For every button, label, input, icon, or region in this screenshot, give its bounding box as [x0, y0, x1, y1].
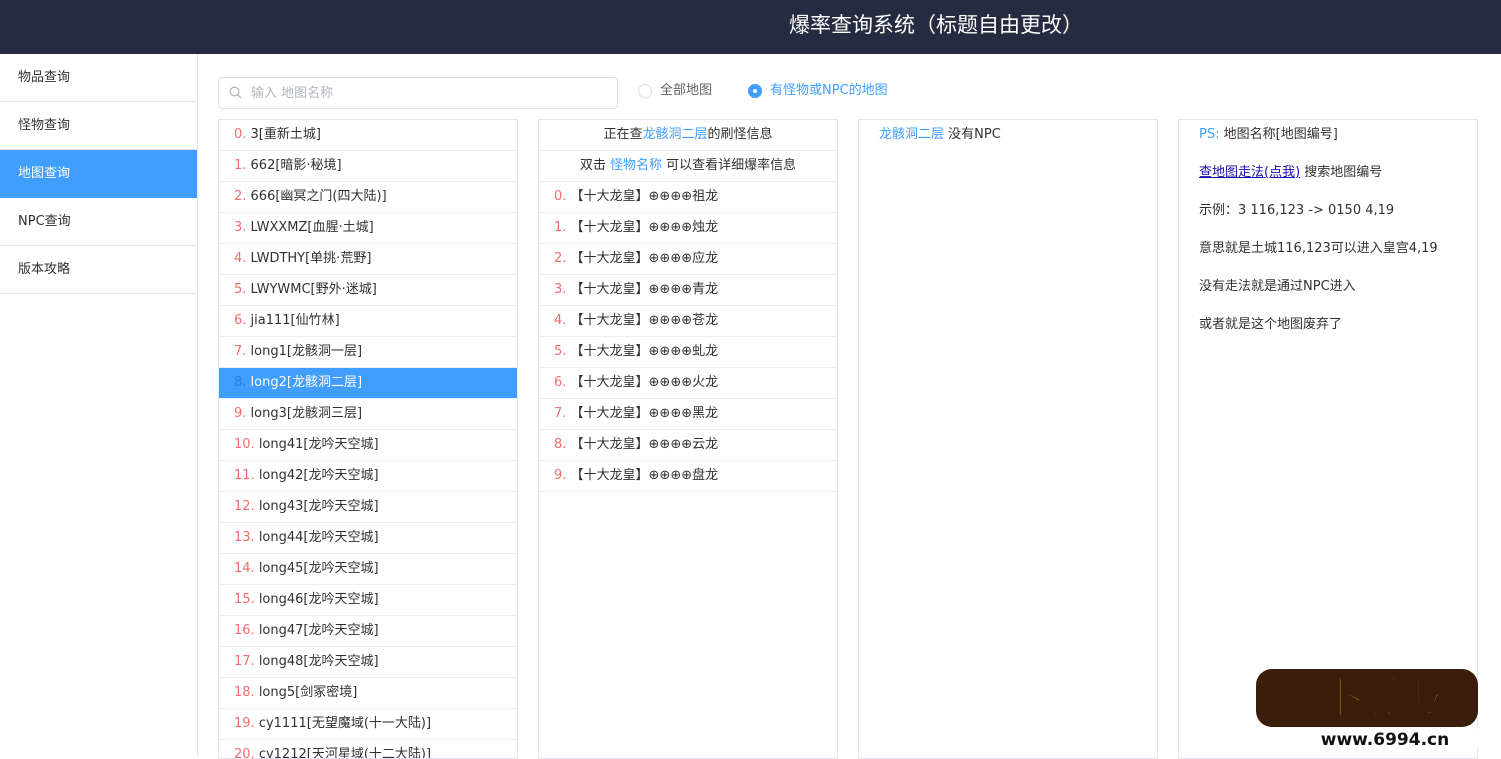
sidebar-item-guide[interactable]: 版本攻略	[0, 246, 197, 294]
map-list-item-selected[interactable]: 8. long2[龙骸洞二层]	[219, 368, 517, 399]
radio-all-maps[interactable]: 全部地图	[638, 82, 728, 100]
monster-list-item[interactable]: 8. 【十大龙皇】⊕⊕⊕⊕云龙	[539, 430, 837, 461]
radio-circle	[638, 84, 652, 98]
sidebar-item-item-query[interactable]: 物品查询	[0, 54, 197, 102]
monster-list-item[interactable]: 0. 【十大龙皇】⊕⊕⊕⊕祖龙	[539, 182, 837, 213]
map-list: 0. 3[重新土城] 1. 662[暗影·秘境] 2. 666[幽冥之门(四大陆…	[218, 119, 518, 759]
monster-list-item[interactable]: 2. 【十大龙皇】⊕⊕⊕⊕应龙	[539, 244, 837, 275]
map-list-item[interactable]: 16. long47[龙吟天空城]	[219, 616, 517, 647]
monster-panel-header: 正在查龙骸洞二层的刷怪信息	[539, 120, 837, 151]
watermark-url: www.6994.cn	[1321, 730, 1449, 750]
map-list-item[interactable]: 14. long45[龙吟天空城]	[219, 554, 517, 585]
map-list-item[interactable]: 20. cy1212[天河星域(十二大陆)]	[219, 740, 517, 758]
map-list-item[interactable]: 18. long5[剑冢密境]	[219, 678, 517, 709]
npc-panel: 龙骸洞二层 没有NPC	[858, 119, 1158, 759]
map-list-item[interactable]: 9. long3[龙骸洞三层]	[219, 399, 517, 430]
site-watermark-logo: 萝卜论坛 www.6994.cn	[1256, 669, 1480, 750]
map-list-item[interactable]: 12. long43[龙吟天空城]	[219, 492, 517, 523]
monster-panel-hint: 双击 怪物名称 可以查看详细爆率信息	[539, 151, 837, 182]
search-icon	[229, 86, 242, 99]
radio-circle-checked	[748, 84, 762, 98]
app-header: 爆率查询系统（标题自由更改）	[0, 0, 1501, 54]
example-line: 示例：3 116,123 -> 0150 4,19	[1199, 203, 1395, 218]
map-list-item[interactable]: 13. long44[龙吟天空城]	[219, 523, 517, 554]
map-list-item[interactable]: 6. jia111[仙竹林]	[219, 306, 517, 337]
sidebar-item-npc-query[interactable]: NPC查询	[0, 198, 197, 246]
npc-entry-line: 没有走法就是通过NPC进入	[1199, 279, 1356, 294]
map-list-item[interactable]: 7. long1[龙骸洞一层]	[219, 337, 517, 368]
route-link-line: 查地图走法(点我) 搜索地图编号	[1199, 165, 1383, 180]
map-list-item[interactable]: 1. 662[暗影·秘境]	[219, 151, 517, 182]
radio-label: 全部地图	[660, 83, 713, 98]
npc-status: 龙骸洞二层 没有NPC	[879, 127, 1001, 142]
map-list-item[interactable]: 19. cy1111[无望魔域(十一大陆)]	[219, 709, 517, 740]
monster-list-item[interactable]: 9. 【十大龙皇】⊕⊕⊕⊕盘龙	[539, 461, 837, 492]
current-map-name: 龙骸洞二层	[642, 127, 708, 142]
npc-map-name: 龙骸洞二层	[879, 127, 945, 142]
monster-list-item[interactable]: 1. 【十大龙皇】⊕⊕⊕⊕烛龙	[539, 213, 837, 244]
monster-list-item[interactable]: 7. 【十大龙皇】⊕⊕⊕⊕黑龙	[539, 399, 837, 430]
map-search-input[interactable]	[251, 78, 611, 108]
ps-line: PS: 地图名称[地图编号]	[1199, 127, 1338, 142]
map-list-item[interactable]: 3. LWXXMZ[血腥·土城]	[219, 213, 517, 244]
watermark-text: 萝卜论坛	[1278, 673, 1454, 724]
map-list-item[interactable]: 4. LWDTHY[单挑·荒野]	[219, 244, 517, 275]
sidebar: 物品查询 怪物查询 地图查询 NPC查询 版本攻略	[0, 54, 198, 757]
monster-list-item[interactable]: 3. 【十大龙皇】⊕⊕⊕⊕青龙	[539, 275, 837, 306]
map-list-item[interactable]: 0. 3[重新土城]	[219, 120, 517, 151]
map-list-item[interactable]: 17. long48[龙吟天空城]	[219, 647, 517, 678]
radio-maps-with-monsters[interactable]: 有怪物或NPC的地图	[748, 82, 908, 100]
search-box[interactable]	[218, 77, 618, 109]
monster-panel: 正在查龙骸洞二层的刷怪信息 双击 怪物名称 可以查看详细爆率信息 0. 【十大龙…	[538, 119, 838, 759]
radio-label: 有怪物或NPC的地图	[770, 83, 888, 98]
map-list-item[interactable]: 11. long42[龙吟天空城]	[219, 461, 517, 492]
meaning-line: 意思就是土城116,123可以进入皇宫4,19	[1199, 241, 1438, 256]
sidebar-item-map-query[interactable]: 地图查询	[0, 150, 197, 198]
route-lookup-link[interactable]: 查地图走法(点我)	[1199, 165, 1300, 180]
monster-list-item[interactable]: 5. 【十大龙皇】⊕⊕⊕⊕虬龙	[539, 337, 837, 368]
page-title: 爆率查询系统（标题自由更改）	[789, 13, 1083, 37]
monster-list-item[interactable]: 4. 【十大龙皇】⊕⊕⊕⊕苍龙	[539, 306, 837, 337]
abandoned-line: 或者就是这个地图废弃了	[1199, 317, 1343, 332]
map-list-item[interactable]: 5. LWYWMC[野外·迷城]	[219, 275, 517, 306]
map-list-item[interactable]: 15. long46[龙吟天空城]	[219, 585, 517, 616]
map-list-item[interactable]: 10. long41[龙吟天空城]	[219, 430, 517, 461]
sidebar-item-monster-query[interactable]: 怪物查询	[0, 102, 197, 150]
monster-list-item[interactable]: 6. 【十大龙皇】⊕⊕⊕⊕火龙	[539, 368, 837, 399]
map-list-item[interactable]: 2. 666[幽冥之门(四大陆)]	[219, 182, 517, 213]
